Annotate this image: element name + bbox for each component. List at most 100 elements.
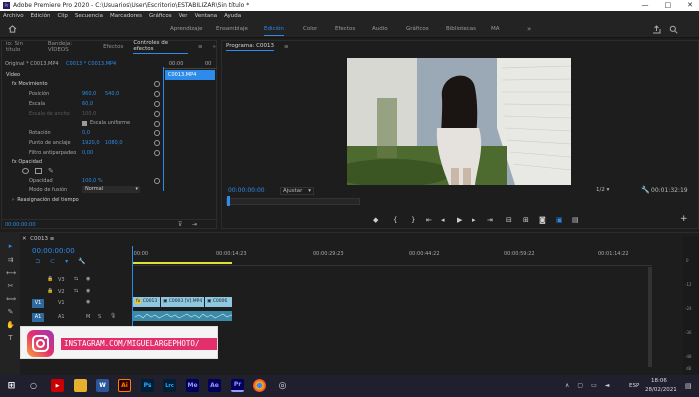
workspace-ensamblaje[interactable]: Ensamblaje [216,26,248,32]
fusion-dropdown[interactable]: Normal ▾ [82,186,140,193]
eye-icon[interactable]: ◉ [86,299,90,305]
source-clip-label[interactable]: Original * C0013.MP4 [5,61,59,67]
program-menu-icon[interactable]: ≡ [284,44,289,50]
reset-rotacion-icon[interactable] [154,130,160,136]
search-icon[interactable] [669,25,678,34]
timeline-sequence-tab[interactable]: ✕ C0013 ≡ [22,236,54,242]
export-frame-button[interactable]: ◙ [539,216,546,224]
fit-dropdown[interactable]: Ajustar ▾ [280,187,314,195]
posicion-x-value[interactable]: 960,0 [82,91,96,97]
source-patch-v1[interactable]: V1 [32,299,44,308]
razor-tool-icon[interactable]: ✂ [6,282,15,291]
play-button[interactable]: ▶ [457,216,462,224]
lightroom-icon[interactable]: Lrc [163,379,176,392]
ripple-edit-tool-icon[interactable]: ⟷ [6,269,16,278]
eye-icon[interactable]: ◉ [86,276,90,282]
illustrator-icon[interactable]: Ai [118,379,131,392]
add-button[interactable]: + [680,214,688,224]
workspace-efectos[interactable]: Efectos [335,26,355,32]
home-icon[interactable] [8,25,17,33]
posicion-y-value[interactable]: 540,0 [105,91,119,97]
reset-opacidad-icon[interactable] [154,178,160,184]
premiere-taskbar-icon[interactable]: Pr [231,379,244,392]
app-red-icon[interactable]: ▶ [51,379,64,392]
panel-menu-icon[interactable]: ≡ [198,44,203,50]
quality-dropdown[interactable]: 1/2 ▾ [596,187,609,193]
video-clip[interactable]: ▣ C0006 [205,297,232,307]
menu-item-archivo[interactable]: Archivo [3,13,24,19]
reset-escala-ancho-icon[interactable] [154,111,160,117]
word-icon[interactable]: W [96,379,109,392]
close-button[interactable]: ✕ [687,1,693,9]
language-indicator[interactable]: ESP [629,383,639,389]
after-effects-icon[interactable]: Ae [208,379,221,392]
ec-filter-icon[interactable]: ⊽ [178,221,182,228]
slip-tool-icon[interactable]: ⟺ [6,295,16,304]
comparison-view-button[interactable]: ▣ [556,216,563,224]
reasignacion-label[interactable]: › Reasignación del tiempo [12,197,79,203]
timeline-settings-icon[interactable]: 🔧 [78,258,85,265]
antiparpadeo-value[interactable]: 0,00 [82,150,93,156]
mark-out-button[interactable]: } [411,216,415,224]
menu-item-ver[interactable]: Ver [179,13,188,19]
network-icon[interactable]: ▭ [591,382,597,389]
workspace-bibliotecas[interactable]: Bibliotecas [446,26,476,32]
menu-item-ventana[interactable]: Ventana [195,13,218,19]
step-forward-button[interactable]: ▸ [472,216,476,224]
photoshop-icon[interactable]: Ps [141,379,154,392]
extract-button[interactable]: ⊞ [523,216,529,224]
clock-date[interactable]: 28/02/2021 [645,387,677,393]
linked-selection-icon[interactable]: ⊂ [50,258,55,265]
reset-movimiento-icon[interactable] [154,81,160,87]
rectangle-mask-icon[interactable] [35,168,42,174]
sync-lock-icon[interactable]: ⇆ [74,288,78,294]
lock-icon[interactable]: 🔒 [47,288,53,294]
timeline-ruler[interactable]: :00:00 00:00:14:23 00:00:29:23 00:00:44:… [132,246,652,266]
eye-icon[interactable]: ◉ [86,288,90,294]
windows-start-icon[interactable]: ⊞ [5,379,18,392]
pen-tool-icon[interactable]: ✎ [6,308,15,317]
mute-button[interactable]: M [86,314,90,320]
search-taskbar-icon[interactable]: ○ [27,379,40,392]
tab-project[interactable]: io: Sin título [6,41,38,53]
media-encoder-icon[interactable]: Me [186,379,199,392]
menu-item-secuencia[interactable]: Secuencia [75,13,103,19]
timeline-timecode[interactable]: 00:00:00:00 [32,247,75,255]
ec-export-icon[interactable]: ⇥ [192,221,197,228]
program-monitor-title[interactable]: Programa: C0013 [226,43,275,51]
type-tool-icon[interactable]: T [6,334,15,343]
menu-item-graficos[interactable]: Gráficos [149,13,172,19]
clock-time[interactable]: 18:06 [651,378,667,384]
program-scrub-bar[interactable] [226,198,360,205]
minimize-button[interactable]: — [642,1,649,9]
source-patch-a1[interactable]: A1 [32,313,44,322]
go-to-in-button[interactable]: ⇤ [426,216,432,224]
workspace-ma[interactable]: MA [491,26,500,32]
escala-value[interactable]: 60,0 [82,101,93,107]
video-clip[interactable]: ▣ C0003 [V].MP4 [161,297,204,307]
reset-posicion-icon[interactable] [154,91,160,97]
volume-icon[interactable]: ◄ [605,382,610,389]
workspace-aprendizaje[interactable]: Aprendizaje [170,26,202,32]
rotacion-value[interactable]: 0,0 [82,130,90,136]
ec-timecode[interactable]: 00:00:00:00 [5,222,36,228]
selection-tool-icon[interactable]: ▸ [6,242,15,251]
go-to-out-button[interactable]: ⇥ [487,216,493,224]
chrome-icon[interactable] [253,379,266,392]
timeline-vertical-scrollbar[interactable] [648,267,652,367]
app-circle-icon[interactable]: ◎ [276,379,289,392]
step-back-button[interactable]: ◂ [441,216,445,224]
tab-effect-controls[interactable]: Controles de efectos [133,40,189,54]
tray-expand-icon[interactable]: ∧ [565,382,569,389]
lock-icon[interactable]: 🔒 [47,276,53,282]
wrench-icon[interactable]: 🔧 [641,186,650,194]
menu-item-clip[interactable]: Clip [57,13,67,19]
clip-ribbon[interactable]: C0013.MP4 [165,70,215,80]
reset-antiparpadeo-icon[interactable] [154,150,160,156]
sequence-clip-label[interactable]: C0013 * C0013.MP4 [66,61,116,67]
program-timecode[interactable]: 00:00:00:00 [228,187,265,194]
menu-item-marcadores[interactable]: Marcadores [110,13,142,19]
more-workspaces-button[interactable]: » [527,25,531,33]
reset-escala-icon[interactable] [154,101,160,107]
video-clip[interactable]: fx C0013 [133,297,160,307]
